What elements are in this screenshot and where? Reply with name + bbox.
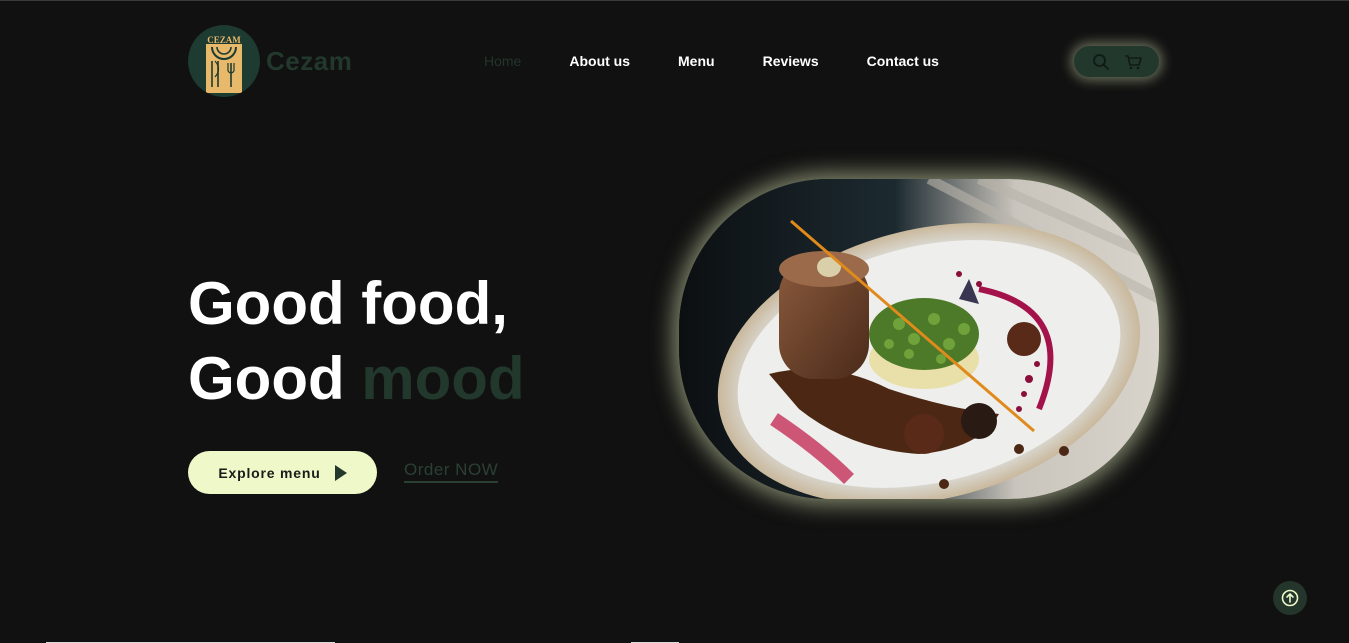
brand-name: Cezam bbox=[266, 45, 353, 76]
nav-item-menu[interactable]: Menu bbox=[678, 53, 715, 69]
hero-line-2-accent: mood bbox=[361, 345, 525, 412]
cart-icon[interactable] bbox=[1124, 53, 1142, 71]
nav-item-contact-us[interactable]: Contact us bbox=[867, 53, 939, 69]
hero-headline: Good food, Good mood bbox=[188, 266, 525, 416]
nav-item-home[interactable]: Home bbox=[484, 53, 521, 69]
svg-text:CEZAM: CEZAM bbox=[207, 35, 241, 45]
hero-line-2: Good bbox=[188, 345, 345, 412]
hero-food-image bbox=[679, 179, 1159, 499]
scroll-to-top-button[interactable] bbox=[1273, 581, 1307, 615]
nav-item-reviews[interactable]: Reviews bbox=[763, 53, 819, 69]
main-nav: Home About us Menu Reviews Contact us bbox=[484, 53, 987, 69]
nav-item-about-us[interactable]: About us bbox=[569, 53, 630, 69]
brand-logo[interactable]: CEZAM Cezam bbox=[188, 25, 352, 97]
explore-menu-label: Explore menu bbox=[218, 464, 321, 481]
play-icon bbox=[334, 464, 347, 481]
logo-emblem: CEZAM bbox=[188, 25, 260, 97]
header-tools bbox=[1074, 46, 1159, 77]
explore-menu-button[interactable]: Explore menu bbox=[188, 451, 377, 494]
hero-line-1: Good food, bbox=[188, 270, 508, 337]
order-now-link[interactable]: Order NOW bbox=[404, 460, 499, 483]
arrow-up-circle-icon bbox=[1281, 589, 1299, 607]
page: CEZAM Cezam Home About us Menu Reviews C… bbox=[0, 0, 1349, 643]
search-icon[interactable] bbox=[1092, 53, 1110, 71]
